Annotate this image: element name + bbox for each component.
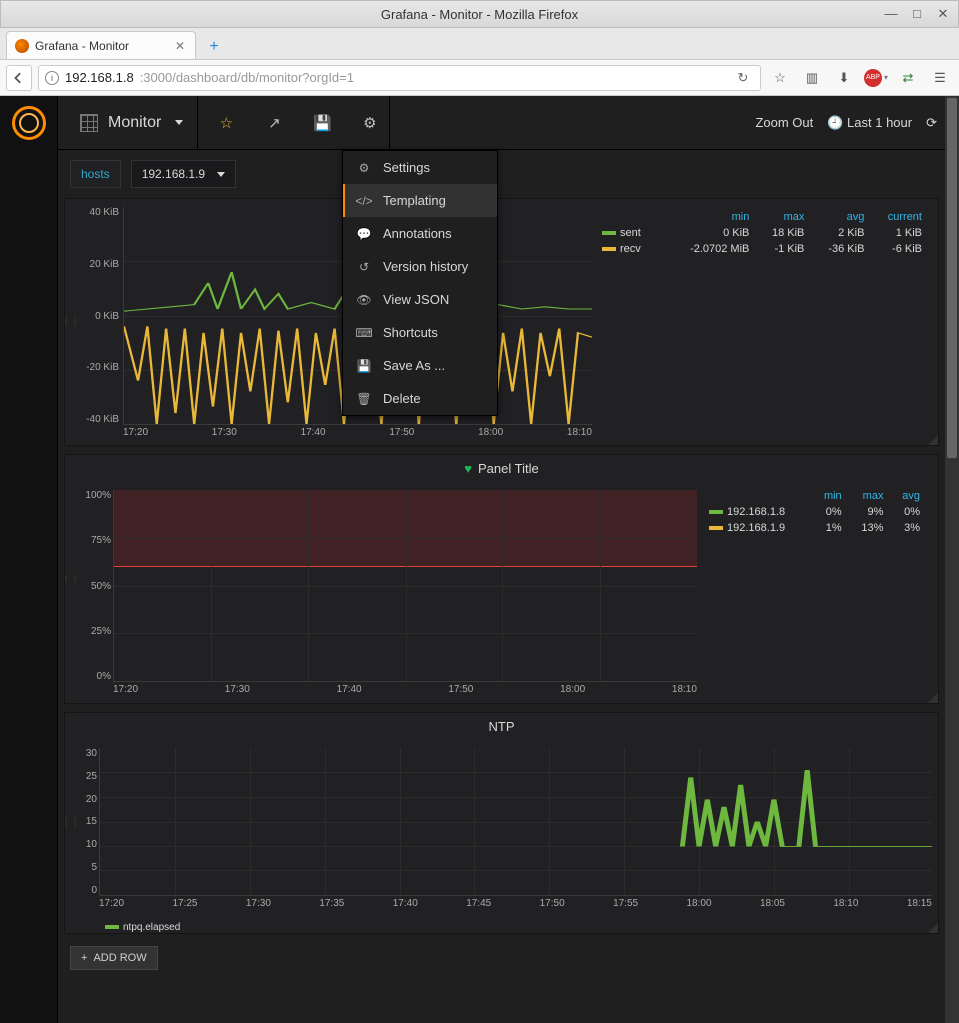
swatch-icon bbox=[709, 526, 723, 530]
content-scrollbar[interactable] bbox=[945, 96, 959, 1023]
dashboard-panels: ⋮⋮⋮⋮ 40 KiB20 KiB0 KiB-20 KiB-40 KiB bbox=[58, 198, 945, 1023]
save-icon: 💾 bbox=[357, 359, 371, 373]
swatch-icon bbox=[602, 247, 616, 251]
back-button[interactable] bbox=[6, 65, 32, 91]
trash-icon: 🗑 bbox=[357, 392, 371, 406]
panel1-legend: minmaxavgcurrent sent0 KiB18 KiB2 KiB1 K… bbox=[598, 199, 938, 445]
window-close-button[interactable]: ✕ bbox=[936, 6, 950, 22]
panel1-y-axis: 40 KiB20 KiB0 KiB-20 KiB-40 KiB bbox=[71, 207, 119, 425]
panel2-title[interactable]: ♥Panel Title bbox=[65, 455, 938, 482]
chevron-down-icon bbox=[175, 120, 183, 125]
menu-item-save-as[interactable]: 💾Save As ... bbox=[343, 349, 497, 382]
panel3-chart[interactable]: 302520151050 17:2017:2517:3017:3517:4017… bbox=[65, 740, 938, 916]
url-path: :3000/dashboard/db/monitor?orgId=1 bbox=[140, 70, 354, 85]
legend-row[interactable]: recv-2.0702 MiB-1 KiB-36 KiB-6 KiB bbox=[598, 241, 926, 257]
menu-item-shortcuts[interactable]: ⌨Shortcuts bbox=[343, 316, 497, 349]
bookmark-icon[interactable]: ☆ bbox=[767, 65, 793, 91]
browser-navbar: i 192.168.1.8 :3000/dashboard/db/monitor?… bbox=[0, 60, 959, 96]
grid-icon bbox=[80, 114, 98, 132]
panel2-legend: minmaxavg 192.168.1.80%9%0% 192.168.1.91… bbox=[703, 482, 938, 702]
keyboard-icon: ⌨ bbox=[357, 326, 371, 340]
heart-icon: ♥ bbox=[464, 461, 472, 476]
panel1-x-axis: 17:2017:3017:4017:5018:0018:10 bbox=[123, 427, 592, 441]
browser-tab[interactable]: Grafana - Monitor ✕ bbox=[6, 31, 196, 59]
menu-item-templating[interactable]: </>Templating bbox=[343, 184, 497, 217]
save-button[interactable]: 💾 bbox=[302, 96, 342, 150]
browser-tab-title: Grafana - Monitor bbox=[35, 39, 129, 53]
panel-resize-handle[interactable] bbox=[928, 923, 938, 933]
sync-icon[interactable]: ⇄ bbox=[895, 65, 921, 91]
window-maximize-button[interactable]: □ bbox=[910, 6, 924, 22]
menu-item-delete[interactable]: 🗑Delete bbox=[343, 382, 497, 415]
window-minimize-button[interactable]: ― bbox=[884, 6, 898, 22]
downloads-icon[interactable]: ⬇ bbox=[831, 65, 857, 91]
swatch-icon bbox=[105, 925, 119, 929]
zoom-out-button[interactable]: Zoom Out bbox=[755, 115, 813, 130]
chevron-down-icon bbox=[217, 172, 225, 177]
add-row-button[interactable]: + ADD ROW bbox=[70, 946, 158, 970]
settings-button[interactable]: ⚙ bbox=[350, 96, 390, 150]
swirl-icon bbox=[12, 106, 46, 140]
panel-ntp[interactable]: ⋮⋮⋮⋮ NTP 302520151050 bbox=[64, 712, 939, 934]
panel-resize-handle[interactable] bbox=[928, 435, 938, 445]
new-tab-button[interactable]: + bbox=[202, 35, 226, 59]
panel3-plot bbox=[99, 748, 932, 896]
panel3-legend[interactable]: ntpq.elapsed bbox=[65, 916, 938, 939]
swatch-icon bbox=[602, 231, 616, 235]
legend-row[interactable]: 192.168.1.80%9%0% bbox=[703, 504, 926, 520]
variable-value-dropdown[interactable]: 192.168.1.9 bbox=[131, 160, 236, 188]
window-titlebar: Grafana - Monitor - Mozilla Firefox ― □ … bbox=[0, 0, 959, 28]
panel3-line bbox=[100, 748, 932, 895]
comment-icon: 💬 bbox=[357, 227, 371, 241]
code-icon: </> bbox=[357, 194, 371, 208]
library-icon[interactable]: ▥ bbox=[799, 65, 825, 91]
star-button[interactable]: ☆ bbox=[206, 96, 246, 150]
dashboard-name: Monitor bbox=[108, 114, 161, 132]
sidebar bbox=[0, 96, 58, 1023]
share-button[interactable]: ↗ bbox=[254, 96, 294, 150]
panel3-x-axis: 17:2017:2517:3017:3517:4017:4517:5017:55… bbox=[99, 898, 932, 912]
menu-item-view-json[interactable]: 👁View JSON bbox=[343, 283, 497, 316]
swatch-icon bbox=[709, 510, 723, 514]
time-range-picker[interactable]: 🕘 Last 1 hour bbox=[827, 115, 912, 131]
tab-close-button[interactable]: ✕ bbox=[173, 39, 187, 53]
adblock-icon[interactable]: ABP▾ bbox=[863, 65, 889, 91]
legend-row[interactable]: sent0 KiB18 KiB2 KiB1 KiB bbox=[598, 225, 926, 241]
legend-row[interactable]: 192.168.1.91%13%3% bbox=[703, 520, 926, 536]
url-bar[interactable]: i 192.168.1.8 :3000/dashboard/db/monitor?… bbox=[38, 65, 761, 91]
browser-tabstrip: Grafana - Monitor ✕ + bbox=[0, 28, 959, 60]
refresh-button[interactable]: ⟳ bbox=[926, 115, 937, 131]
settings-dropdown-menu: ⚙Settings </>Templating 💬Annotations ↺Ve… bbox=[342, 150, 498, 416]
panel-title[interactable]: ⋮⋮⋮⋮ ♥Panel Title 100%75%50%25%0% bbox=[64, 454, 939, 704]
history-icon: ↺ bbox=[357, 260, 371, 274]
menu-button[interactable]: ☰ bbox=[927, 65, 953, 91]
panel1-chart[interactable]: 40 KiB20 KiB0 KiB-20 KiB-40 KiB 17:2017:… bbox=[65, 199, 598, 445]
menu-item-settings[interactable]: ⚙Settings bbox=[343, 151, 497, 184]
grafana-app: Monitor ☆ ↗ 💾 ⚙ Zoom Out 🕘 Last 1 hour ⟳… bbox=[0, 96, 959, 1023]
grafana-favicon-icon bbox=[15, 39, 29, 53]
dashboard-picker[interactable]: Monitor bbox=[66, 96, 198, 150]
panel3-title[interactable]: NTP bbox=[65, 713, 938, 740]
reload-button[interactable]: ↻ bbox=[732, 67, 754, 89]
url-host: 192.168.1.8 bbox=[65, 70, 134, 85]
panel-network[interactable]: ⋮⋮⋮⋮ 40 KiB20 KiB0 KiB-20 KiB-40 KiB bbox=[64, 198, 939, 446]
scrollbar-thumb[interactable] bbox=[947, 98, 957, 458]
dashboard-topbar: Monitor ☆ ↗ 💾 ⚙ Zoom Out 🕘 Last 1 hour ⟳… bbox=[58, 96, 945, 150]
panel3-y-axis: 302520151050 bbox=[71, 748, 97, 896]
grafana-logo[interactable] bbox=[0, 96, 58, 150]
variable-label: hosts bbox=[70, 160, 121, 188]
window-title: Grafana - Monitor - Mozilla Firefox bbox=[381, 7, 578, 22]
menu-item-version-history[interactable]: ↺Version history bbox=[343, 250, 497, 283]
gear-icon: ⚙ bbox=[357, 161, 371, 175]
panel2-y-axis: 100%75%50%25%0% bbox=[71, 490, 111, 682]
arrow-left-icon bbox=[13, 72, 25, 84]
panel-resize-handle[interactable] bbox=[928, 693, 938, 703]
menu-item-annotations[interactable]: 💬Annotations bbox=[343, 217, 497, 250]
site-info-icon[interactable]: i bbox=[45, 71, 59, 85]
eye-icon: 👁 bbox=[357, 293, 371, 307]
template-variables-row: hosts 192.168.1.9 bbox=[58, 150, 945, 198]
panel2-chart[interactable]: 100%75%50%25%0% 17:2017:3017:4017:5018:0… bbox=[65, 482, 703, 702]
panel2-plot bbox=[113, 490, 697, 682]
panel2-x-axis: 17:2017:3017:4017:5018:0018:10 bbox=[113, 684, 697, 698]
